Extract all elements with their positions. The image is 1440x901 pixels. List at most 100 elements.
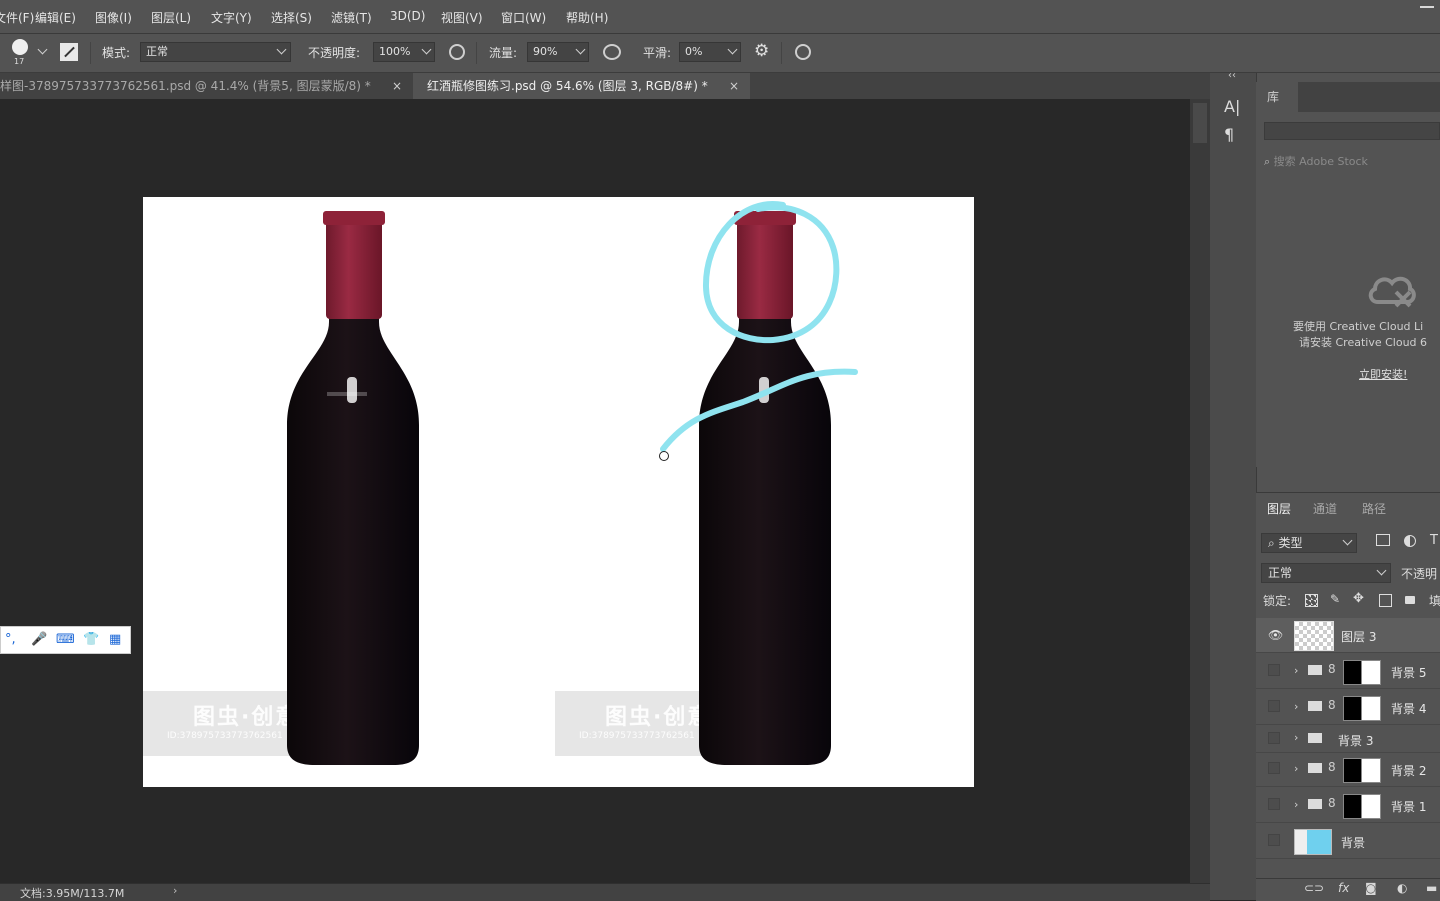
collapse-arrows-icon[interactable]: ‹‹ bbox=[1228, 70, 1236, 81]
layer-row-group4[interactable]: › 8 背景 4 bbox=[1256, 690, 1440, 725]
brush-preset-picker[interactable]: 17 bbox=[10, 38, 50, 68]
menu-3d[interactable]: 3D(D) bbox=[390, 9, 425, 23]
paragraph-panel-icon[interactable]: ¶ bbox=[1224, 125, 1234, 144]
brush-panel-toggle-icon[interactable] bbox=[60, 43, 78, 61]
document-tab-2[interactable]: 红酒瓶修图练习.psd @ 54.6% (图层 3, RGB/8#) * × bbox=[413, 73, 750, 99]
stock-search-input[interactable]: ⌕ 搜索 Adobe Stock bbox=[1264, 153, 1440, 171]
pressure-size-icon[interactable] bbox=[795, 44, 811, 60]
bottles-illustration bbox=[287, 200, 858, 765]
new-group-icon[interactable]: ▬ bbox=[1426, 881, 1437, 895]
chevron-right-icon[interactable]: › bbox=[1294, 762, 1298, 775]
keyboard-icon[interactable]: ⌨ bbox=[56, 632, 75, 647]
visibility-toggle[interactable] bbox=[1268, 700, 1280, 712]
link-layers-icon[interactable]: ⊂⊃ bbox=[1304, 881, 1324, 895]
visibility-toggle[interactable] bbox=[1268, 834, 1280, 846]
adjustment-layer-icon[interactable]: ◐ bbox=[1397, 881, 1407, 895]
tab-layers[interactable]: 图层 bbox=[1267, 500, 1291, 517]
brush-tip-icon bbox=[12, 39, 28, 55]
mode-select[interactable]: 正常 bbox=[140, 42, 291, 62]
layer-row-group5[interactable]: › 8 背景 5 bbox=[1256, 654, 1440, 689]
filter-adjustment-icon[interactable] bbox=[1404, 535, 1416, 547]
menu-type[interactable]: 文字(Y) bbox=[211, 9, 252, 26]
opacity-input[interactable]: 100% bbox=[373, 42, 435, 62]
apps-icon[interactable]: ▦ bbox=[109, 632, 121, 647]
airbrush-icon[interactable] bbox=[603, 44, 621, 60]
folder-icon bbox=[1308, 733, 1322, 743]
microphone-icon[interactable]: 🎤 bbox=[31, 632, 47, 647]
layer-thumbnail bbox=[1294, 829, 1332, 855]
add-mask-icon[interactable]: ◙ bbox=[1365, 881, 1377, 895]
lock-brush-icon[interactable]: ✎ bbox=[1330, 592, 1340, 606]
gear-icon[interactable]: ⚙ bbox=[754, 41, 769, 61]
document-tab-1[interactable]: 样图-378975733773762561.psd @ 41.4% (背景5, … bbox=[0, 73, 412, 99]
flow-value: 90% bbox=[533, 45, 558, 58]
filter-image-icon[interactable] bbox=[1376, 534, 1390, 546]
install-link[interactable]: 立即安装! bbox=[1359, 366, 1407, 382]
chevron-down-icon bbox=[575, 44, 586, 55]
fx-icon[interactable]: fx bbox=[1338, 881, 1349, 895]
skin-icon[interactable]: 👕 bbox=[83, 632, 99, 647]
layer-name: 背景 bbox=[1341, 836, 1366, 850]
tab-paths[interactable]: 路径 bbox=[1362, 500, 1386, 517]
brush-cursor bbox=[659, 451, 669, 461]
chevron-right-icon[interactable]: › bbox=[1294, 798, 1298, 811]
punctuation-icon[interactable]: °, bbox=[5, 632, 16, 647]
lock-move-icon[interactable]: ✥ bbox=[1353, 591, 1364, 606]
smoothing-input[interactable]: 0% bbox=[679, 42, 741, 62]
tab-title: 红酒瓶修图练习.psd @ 54.6% (图层 3, RGB/8#) * bbox=[427, 79, 708, 93]
menu-filter[interactable]: 滤镜(T) bbox=[331, 9, 372, 26]
visibility-toggle[interactable] bbox=[1268, 664, 1280, 676]
pressure-opacity-icon[interactable] bbox=[449, 44, 465, 60]
visibility-toggle[interactable] bbox=[1268, 798, 1280, 810]
minimize-button[interactable] bbox=[1420, 6, 1434, 8]
layer-row-layer3[interactable]: 👁 图层 3 bbox=[1256, 618, 1440, 653]
tab-title: 样图-378975733773762561.psd @ 41.4% (背景5, … bbox=[0, 79, 371, 93]
menu-view[interactable]: 视图(V) bbox=[441, 9, 483, 26]
wine-bottle-right bbox=[699, 211, 831, 765]
group-mask-thumbnail bbox=[1343, 696, 1363, 721]
eye-icon[interactable]: 👁 bbox=[1268, 628, 1283, 642]
opacity-label: 不透明度: bbox=[308, 46, 361, 60]
character-panel-icon[interactable]: A| bbox=[1224, 97, 1240, 116]
scrollbar-thumb[interactable] bbox=[1193, 103, 1207, 143]
chevron-right-icon[interactable]: › bbox=[1294, 731, 1298, 744]
menu-edit[interactable]: 编辑(E) bbox=[35, 9, 76, 26]
menu-image[interactable]: 图像(I) bbox=[95, 9, 132, 26]
tab-channels[interactable]: 通道 bbox=[1313, 500, 1337, 517]
vertical-scrollbar[interactable] bbox=[1190, 99, 1210, 883]
close-icon[interactable]: × bbox=[392, 73, 402, 99]
layer-filter-select[interactable]: ⌕ 类型 bbox=[1261, 533, 1357, 553]
tab-label: 库 bbox=[1267, 90, 1280, 104]
layer-row-background[interactable]: 背景 bbox=[1256, 824, 1440, 859]
visibility-toggle[interactable] bbox=[1268, 762, 1280, 774]
close-icon[interactable]: × bbox=[729, 73, 739, 99]
chevron-right-icon[interactable]: › bbox=[1294, 664, 1298, 677]
chevron-down-icon bbox=[727, 44, 738, 55]
lock-artboard-icon[interactable] bbox=[1379, 594, 1392, 607]
layer-mask-thumbnail bbox=[1361, 794, 1381, 819]
lock-transparent-icon[interactable] bbox=[1305, 594, 1318, 607]
visibility-toggle[interactable] bbox=[1268, 732, 1280, 744]
filter-type-icon[interactable]: T bbox=[1430, 533, 1438, 548]
layer-row-group3[interactable]: › 背景 3 bbox=[1256, 725, 1440, 753]
ime-toolbar: °, 🎤 ⌨ 👕 ▦ bbox=[0, 626, 131, 654]
layer-name: 背景 3 bbox=[1338, 734, 1374, 748]
menu-layer[interactable]: 图层(L) bbox=[151, 9, 191, 26]
library-message-line1: 要使用 Creative Cloud Li bbox=[1293, 320, 1424, 333]
status-menu-arrow[interactable]: › bbox=[173, 884, 177, 897]
status-bar: 文档:3.95M/113.7M › bbox=[0, 883, 1210, 901]
flow-input[interactable]: 90% bbox=[527, 42, 589, 62]
menu-select[interactable]: 选择(S) bbox=[271, 9, 312, 26]
library-select[interactable] bbox=[1264, 122, 1440, 140]
blend-mode-select[interactable]: 正常 bbox=[1261, 563, 1391, 583]
chevron-right-icon[interactable]: › bbox=[1294, 700, 1298, 713]
lock-all-icon[interactable] bbox=[1405, 596, 1415, 604]
menu-window[interactable]: 窗口(W) bbox=[501, 9, 546, 26]
image-canvas[interactable]: 图虫·创意 ID:378975733773762561 图虫·创意 ID:378… bbox=[143, 197, 974, 787]
search-icon: ⌕ bbox=[1268, 536, 1279, 550]
layer-row-group2[interactable]: › 8 背景 2 bbox=[1256, 752, 1440, 787]
layer-row-group1[interactable]: › 8 背景 1 bbox=[1256, 788, 1440, 823]
menu-file[interactable]: 文件(F) bbox=[0, 9, 34, 26]
menu-help[interactable]: 帮助(H) bbox=[566, 9, 608, 26]
tab-libraries[interactable]: 库 bbox=[1256, 82, 1298, 112]
